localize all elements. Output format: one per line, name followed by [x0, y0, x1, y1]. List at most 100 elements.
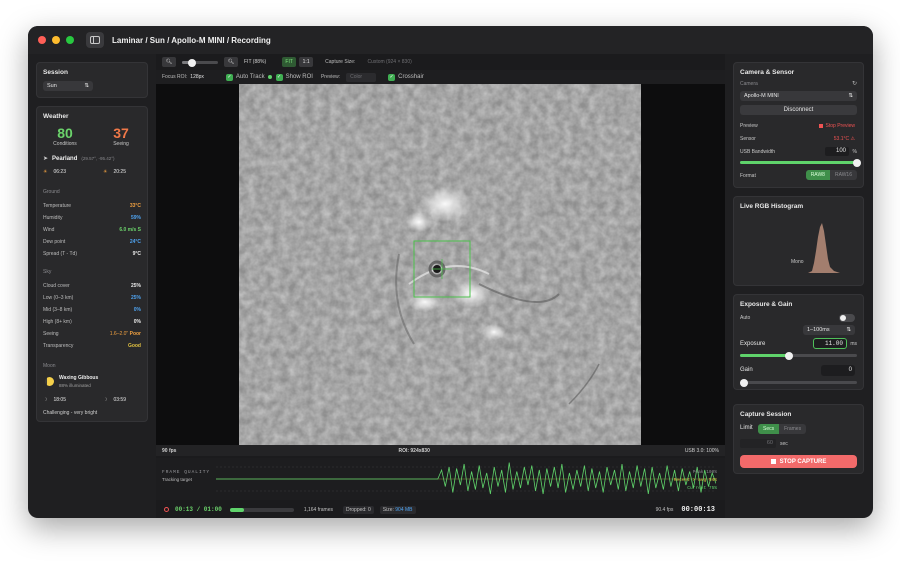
- window-title: Laminar / Sun / Apollo-M MINI / Recordin…: [112, 35, 271, 45]
- sky-row: Seeing 1.6–2.0" Poor: [43, 331, 141, 337]
- limit-segmented[interactable]: Secs Frames: [758, 424, 807, 434]
- exposure-slider[interactable]: [740, 351, 857, 360]
- limit-label: Limit: [740, 425, 753, 431]
- title-bar: Laminar / Sun / Apollo-M MINI / Recordin…: [28, 26, 873, 54]
- chevron-updown-icon: ⇅: [84, 83, 89, 89]
- zoom-out-button[interactable]: 🔍︎: [162, 57, 176, 67]
- window-controls: [38, 36, 74, 44]
- actual-size-button[interactable]: 1:1: [299, 57, 314, 67]
- sky-row: High (8+ km) 0%: [43, 319, 141, 325]
- checkbox-checked-icon: ✓: [388, 73, 396, 81]
- weather-panel: Weather 80 Conditions 37 Seeing ➤ Pearla…: [36, 106, 148, 422]
- camera-preview[interactable]: [156, 84, 725, 445]
- stop-icon: [770, 459, 776, 464]
- limit-secs-input[interactable]: 60: [740, 439, 776, 448]
- location-name: Pearland: [52, 155, 78, 162]
- roi-size: ROI: 924x830: [398, 447, 430, 454]
- exposure-range-select[interactable]: 1–100ms ⇅: [803, 325, 855, 335]
- auto-exposure-toggle[interactable]: [839, 314, 855, 322]
- format-raw16[interactable]: RAW16: [830, 170, 857, 180]
- show-roi-toggle[interactable]: ✓ Show ROI: [275, 73, 313, 81]
- focus-roi-label: Focus ROI:: [162, 74, 188, 80]
- sidebar-toggle-icon[interactable]: [86, 32, 104, 48]
- usb-bandwidth-input[interactable]: 100: [825, 147, 849, 156]
- seeing-label: Seeing: [113, 141, 129, 147]
- camera-select[interactable]: Apollo-M MINI ⇅: [740, 91, 857, 101]
- quality-peak: Peak 100%: [692, 470, 717, 475]
- conditions-score: 80: [57, 125, 73, 141]
- crosshair-toggle[interactable]: ✓ Crosshair: [388, 73, 424, 81]
- sunset-icon: ☀: [103, 169, 108, 175]
- size-badge: Size: 904 MB: [379, 505, 416, 514]
- gain-input[interactable]: 0: [821, 365, 855, 376]
- capture-heading: Capture Session: [740, 411, 792, 418]
- moonrise-icon: ☽: [43, 397, 48, 403]
- magnifier-minus-icon: 🔍︎: [165, 59, 173, 65]
- moon-phase: Waxing Gibbous: [59, 375, 99, 381]
- stop-capture-button[interactable]: STOP CAPTURE: [740, 455, 857, 468]
- gain-label: Gain: [740, 367, 753, 373]
- format-label: Format: [740, 173, 756, 179]
- ground-row: Dew point 24°C: [43, 239, 141, 245]
- moonrise-time: 18:05: [53, 397, 66, 403]
- zoom-in-button[interactable]: 🔍︎: [224, 57, 238, 67]
- recording-progress-fill: [229, 507, 244, 512]
- preview-label: Preview:: [320, 74, 341, 80]
- capture-size-label: Capture Size:: [325, 59, 356, 65]
- exposure-input[interactable]: 11.00: [813, 338, 847, 349]
- close-window-button[interactable]: [38, 36, 46, 44]
- view-toolbar: 🔍︎ 🔍︎ FIT (88%) FIT 1:1 Capture Size: Cu…: [156, 54, 725, 70]
- quality-recent: Recent > avg 54%: [673, 478, 717, 483]
- minimize-window-button[interactable]: [52, 36, 60, 44]
- disconnect-button[interactable]: Disconnect: [740, 105, 857, 115]
- refresh-icon[interactable]: ↻: [852, 80, 857, 87]
- format-raw8[interactable]: RAW8: [805, 170, 830, 180]
- usb-bandwidth-slider[interactable]: [740, 158, 861, 167]
- frame-quality-panel: FRAME QUALITY Tracking target Peak 100% …: [156, 458, 725, 500]
- session-target-value: Sun: [47, 83, 57, 89]
- limit-secs-unit: sec: [780, 441, 788, 447]
- ground-row: Humidity 59%: [43, 215, 141, 221]
- location-arrow-icon: ➤: [43, 156, 49, 162]
- ground-heading: Ground: [43, 189, 60, 195]
- main-viewer-area: 🔍︎ 🔍︎ FIT (88%) FIT 1:1 Capture Size: Cu…: [156, 54, 725, 518]
- overlay-toolbar: Focus ROI: 128px ✓ Auto Track ✓ Show ROI P…: [156, 70, 725, 84]
- solar-image: [239, 84, 641, 445]
- chevron-updown-icon: ⇅: [848, 93, 853, 99]
- histogram-mode: Mono: [791, 259, 804, 265]
- capture-panel: Capture Session Limit Secs Frames 60 sec…: [733, 404, 864, 474]
- recording-progress: [229, 507, 294, 512]
- capture-size-select[interactable]: Custom (924 × 830): [367, 59, 411, 65]
- session-target-select[interactable]: Sun ⇅: [43, 81, 93, 91]
- auto-exposure-label: Auto: [740, 315, 751, 321]
- preview-select[interactable]: Color: [346, 72, 377, 82]
- sunset-time: 20:25: [113, 169, 126, 175]
- checkbox-checked-icon: ✓: [275, 73, 283, 81]
- fit-button[interactable]: FIT: [282, 57, 297, 67]
- weather-heading: Weather: [43, 113, 69, 120]
- exposure-panel: Exposure & Gain Auto 1–100ms ⇅ Exposure 1…: [733, 294, 864, 390]
- camera-heading: Camera & Sensor: [740, 69, 795, 76]
- moon-phase-icon: [45, 377, 54, 386]
- exposure-heading: Exposure & Gain: [740, 301, 793, 308]
- histogram-heading: Live RGB Histogram: [740, 203, 804, 210]
- recording-timer: 00:00:13: [681, 505, 715, 514]
- auto-track-toggle[interactable]: ✓ Auto Track: [225, 73, 272, 81]
- sensor-temp: 53.1°C ⚠: [833, 136, 855, 142]
- focus-roi-value: 128px: [190, 74, 204, 80]
- histogram-panel: Live RGB Histogram Mono: [733, 196, 864, 286]
- moon-illumination: 88% illuminated: [59, 383, 91, 388]
- format-segmented[interactable]: RAW8 RAW16: [805, 170, 857, 180]
- usb-bandwidth-unit: %: [852, 149, 857, 155]
- gain-slider[interactable]: [740, 378, 857, 387]
- limit-frames[interactable]: Frames: [779, 424, 806, 434]
- app-window: Laminar / Sun / Apollo-M MINI / Recordin…: [28, 26, 873, 518]
- zoom-window-button[interactable]: [66, 36, 74, 44]
- warning-icon: ⚠: [850, 136, 855, 142]
- limit-secs[interactable]: Secs: [758, 424, 780, 434]
- dropped-badge: Dropped: 0: [343, 505, 374, 514]
- zoom-slider[interactable]: [182, 57, 218, 67]
- chevron-updown-icon: ⇅: [846, 327, 851, 333]
- stop-preview-button[interactable]: Stop Preview: [818, 123, 855, 129]
- moonset-time: 03:59: [113, 397, 126, 403]
